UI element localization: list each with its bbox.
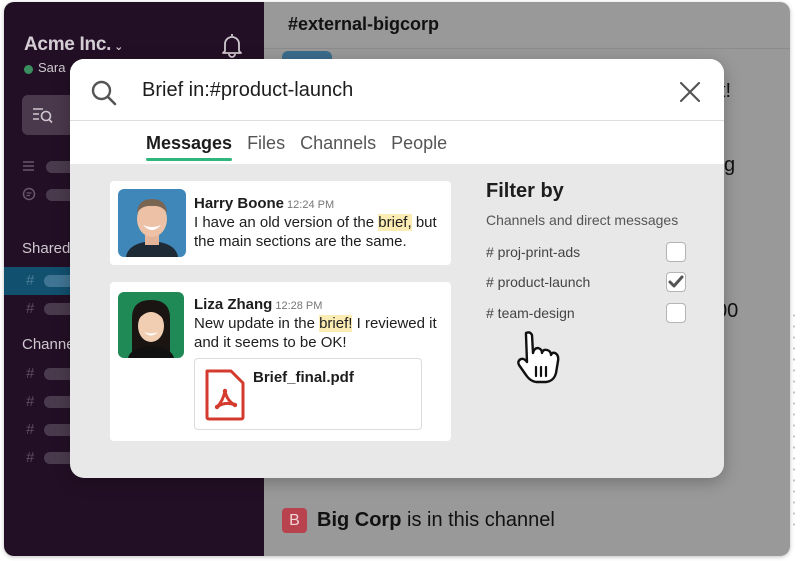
search-modal: Brief in:#product-launch Messages Files … [70,59,724,478]
filter-option-product-launch[interactable]: # product-launch [486,272,692,294]
filter-title: Filter by [486,180,564,202]
tab-messages[interactable]: Messages [146,133,233,161]
file-name[interactable]: Brief_final.pdf [253,369,354,386]
hash-icon: # [26,449,35,466]
hash-icon: # [26,421,35,438]
search-tabs: Messages Files Channels People [146,133,462,161]
bell-icon[interactable] [220,32,244,58]
search-icon [90,79,118,112]
list-icon [22,159,36,178]
search-result[interactable]: Harry Boone 12:24 PM I have an old versio… [110,181,451,265]
filter-option-proj-print-ads[interactable]: # proj-print-ads [486,242,692,264]
hand-cursor-icon [516,329,562,390]
workspace-name: Acme Inc. [24,34,112,55]
tab-people[interactable]: People [391,133,447,160]
user-name: Sara [38,60,66,75]
workspace-switcher[interactable]: Acme Inc. ⌄ [24,34,123,56]
hash-icon: # [26,365,35,382]
file-attachment[interactable]: Brief_final.pdf [194,358,422,430]
external-org-notice: B Big Corp is in this channel [282,508,555,533]
close-icon[interactable] [679,81,701,108]
filter-option-team-design[interactable]: # team-design [486,303,692,325]
search-result[interactable]: Liza Zhang 12:28 PM New update in the bri… [110,282,451,441]
divider [70,120,724,121]
checkbox[interactable] [666,303,686,323]
filter-option-label: # team-design [486,305,575,321]
message-text: New update in the brief! I reviewed it a… [194,315,437,351]
checkbox[interactable] [666,242,686,262]
hash-icon: # [26,300,35,317]
avatar [118,189,186,257]
checkbox-checked[interactable] [666,272,686,292]
timestamp: 12:28 PM [275,300,323,312]
tab-channels[interactable]: Channels [300,133,376,160]
threads-icon [22,187,36,206]
divider [264,48,790,49]
background-message-fragment: g [724,154,736,176]
org-notice-text: Big Corp is in this channel [317,509,555,532]
check-icon [668,275,684,288]
chevron-down-icon: ⌄ [114,41,123,53]
pdf-icon [203,367,247,428]
message-body: Harry Boone 12:24 PM I have an old versio… [194,195,454,251]
filter-subtitle: Channels and direct messages [486,212,679,228]
tab-files[interactable]: Files [247,133,285,160]
org-name[interactable]: Big Corp [317,509,401,531]
message-body: Liza Zhang 12:28 PM New update in the bri… [194,296,454,352]
search-highlight: brief! [319,315,353,332]
org-badge: B [282,508,307,533]
section-shared[interactable]: Shared [22,240,70,257]
filter-panel: Filter by Channels and direct messages #… [486,180,706,323]
hash-icon: # [26,393,35,410]
org-notice-suffix: is in this channel [401,509,555,531]
timestamp: 12:24 PM [287,199,335,211]
filter-option-label: # product-launch [486,274,591,290]
search-highlight: brief, [378,214,412,231]
author-name[interactable]: Harry Boone [194,195,284,212]
author-name[interactable]: Liza Zhang [194,296,272,313]
channel-title[interactable]: #external-bigcorp [288,14,439,35]
scrollbar[interactable] [792,310,796,530]
search-header: Brief in:#product-launch Messages Files … [70,59,724,164]
status-online-icon [24,65,33,74]
filter-option-label: # proj-print-ads [486,244,581,260]
hash-icon: # [26,272,35,289]
search-input[interactable]: Brief in:#product-launch [142,79,353,102]
message-text: I have an old version of the brief, but … [194,214,437,250]
avatar [118,292,184,358]
search-list-icon [32,106,54,129]
